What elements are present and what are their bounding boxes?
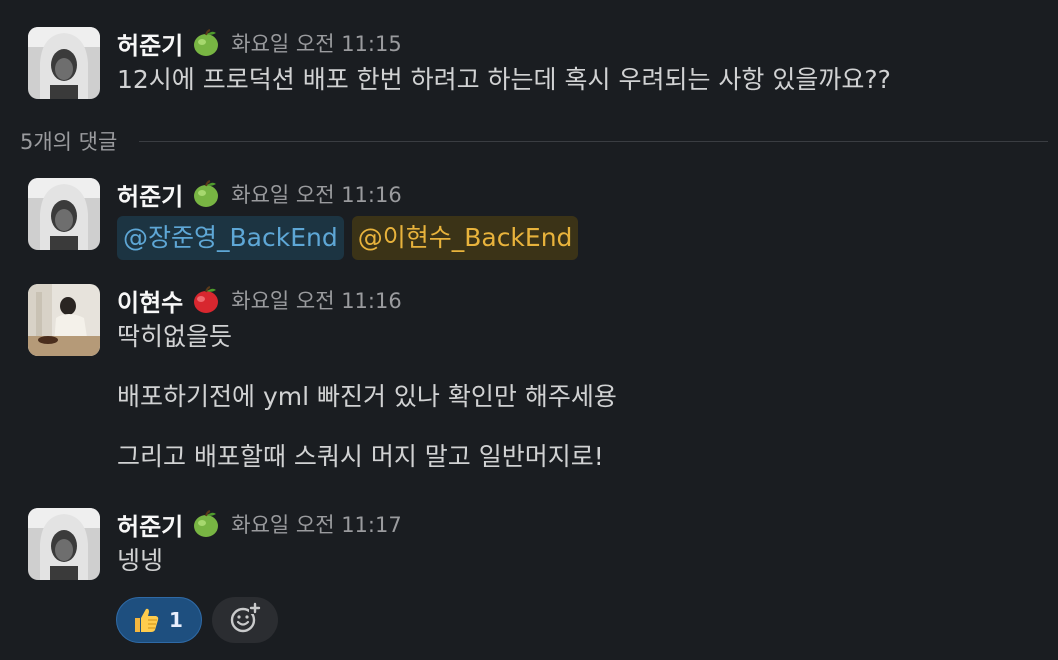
green-apple-icon[interactable] bbox=[191, 179, 221, 209]
message-line: 딱히없을듯 bbox=[117, 322, 233, 351]
mention-list: @장준영_BackEnd @이현수_BackEnd bbox=[117, 216, 1038, 260]
red-apple-icon[interactable] bbox=[191, 285, 221, 315]
message-line: 배포하기전에 yml 빠진거 있나 확인만 해주세용 bbox=[117, 382, 617, 411]
avatar[interactable] bbox=[28, 284, 100, 356]
reaction-thumbs-up[interactable]: 1 bbox=[116, 597, 202, 643]
author-name[interactable]: 허준기 bbox=[117, 507, 183, 542]
message-line: 그리고 배포할때 스쿼시 머지 말고 일반머지로! bbox=[117, 442, 604, 471]
timestamp[interactable]: 화요일 오전 11:15 bbox=[231, 28, 401, 58]
mention-lee-hyunsu[interactable]: @이현수_BackEnd bbox=[351, 216, 579, 260]
reply-count-label: 5개의 댓글 bbox=[20, 130, 118, 154]
add-reaction-button[interactable] bbox=[212, 597, 278, 643]
author-name[interactable]: 허준기 bbox=[117, 177, 183, 212]
avatar[interactable] bbox=[28, 508, 100, 580]
reply-count-divider: 5개의 댓글 bbox=[20, 125, 1048, 157]
message-text: 넹넹 bbox=[117, 546, 164, 575]
timestamp[interactable]: 화요일 오전 11:16 bbox=[231, 179, 401, 209]
reaction-bar: 1 bbox=[116, 597, 278, 643]
mention-jang-junyoung[interactable]: @장준영_BackEnd bbox=[117, 216, 344, 260]
message-thread: 허준기 화요일 오전 11:15 12시에 프로덕션 배포 한번 하려고 하는데… bbox=[0, 0, 1058, 660]
add-emoji-icon bbox=[229, 602, 261, 638]
timestamp[interactable]: 화요일 오전 11:17 bbox=[231, 509, 401, 539]
author-name[interactable]: 이현수 bbox=[117, 283, 183, 318]
green-apple-icon[interactable] bbox=[191, 28, 221, 58]
timestamp[interactable]: 화요일 오전 11:16 bbox=[231, 285, 401, 315]
message-text: 12시에 프로덕션 배포 한번 하려고 하는데 혹시 우려되는 사항 있을까요?… bbox=[117, 65, 891, 94]
avatar[interactable] bbox=[28, 27, 100, 99]
reaction-count: 1 bbox=[169, 608, 183, 632]
green-apple-icon[interactable] bbox=[191, 509, 221, 539]
avatar[interactable] bbox=[28, 178, 100, 250]
author-name[interactable]: 허준기 bbox=[117, 26, 183, 61]
thumbs-up-icon bbox=[131, 605, 161, 635]
divider-line bbox=[139, 140, 1048, 142]
